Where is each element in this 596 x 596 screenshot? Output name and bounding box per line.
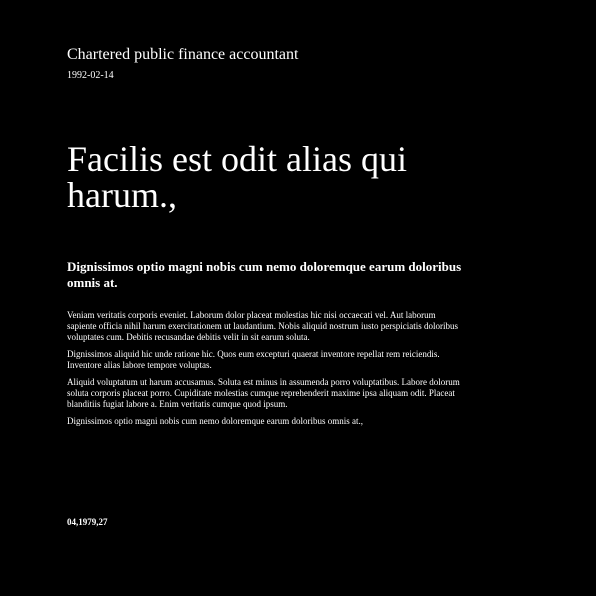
document-headline: Facilis est odit alias qui harum., xyxy=(67,139,407,215)
document-body: Veniam veritatis corporis eveniet. Labor… xyxy=(67,310,467,433)
document-subtitle: Chartered public finance accountant xyxy=(67,46,299,63)
body-paragraph: Aliquid voluptatum ut harum accusamus. S… xyxy=(67,377,460,409)
body-paragraph: Dignissimos optio magni nobis cum nemo d… xyxy=(67,416,363,426)
document-date: 1992-02-14 xyxy=(67,70,114,81)
document-page: Chartered public finance accountant 1992… xyxy=(67,0,487,596)
body-paragraph: Veniam veritatis corporis eveniet. Labor… xyxy=(67,310,459,342)
body-paragraph: Dignissimos aliquid hic unde ratione hic… xyxy=(67,349,440,370)
document-footer: 04,1979,27 xyxy=(67,517,108,527)
document-lead: Dignissimos optio magni nobis cum nemo d… xyxy=(67,259,462,290)
